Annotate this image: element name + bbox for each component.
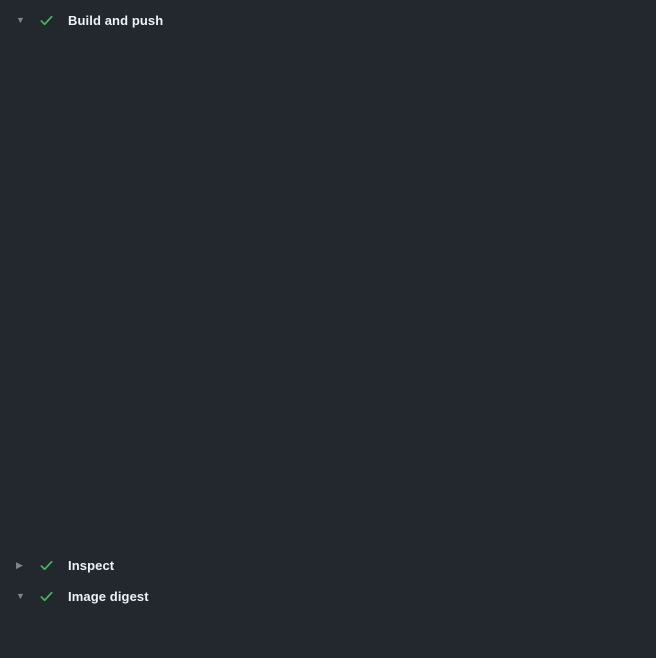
log-line: 22#1 [internal] load .dockerignore (0, 205, 656, 223)
log-line: 36#4 unpacking docker.io/library/alpine@… (0, 457, 656, 475)
log-line: 19#2 transferring dockerfile: 74B 0.0s d… (0, 151, 656, 169)
log-line: 39#5 [2/2] RUN echo "Hello world!" (0, 511, 656, 529)
log-section-inspect: ▶ Inspect (0, 551, 656, 579)
log-section-build-and-push: ▼ Build and push 1▶Run ./ 14 Using build… (0, 6, 656, 547)
log-line: 24#1 DONE 0.0s (0, 241, 656, 259)
log-line: 37#4 DONE 0.4s (0, 475, 656, 493)
section-header[interactable]: ▼ Image digest (0, 582, 656, 610)
log-line: 38 (0, 493, 656, 511)
log-line: 17/usr/bin/docker buildx build --tag loc… (0, 115, 656, 133)
log-section-image-digest: ▼ Image digest 1▶Run echo sha256:e7ff883… (0, 582, 656, 654)
success-check-icon (39, 589, 54, 604)
log-line: 23#1 transferring context: 2B 0.0s done (0, 223, 656, 241)
log-line: 34#4 sha256:185518070891758909c9f839cf4c… (0, 421, 656, 439)
log-line: 40#5 0.060 Hello world! (0, 529, 656, 547)
log-line: 33#4 sha256:a24bb4013296f61e89ba57005a7b… (0, 403, 656, 421)
chevron-down-icon[interactable]: ▼ (16, 591, 30, 601)
log-line: 26#3 [internal] load metadata for docker… (0, 277, 656, 295)
log-line: 31#4 sha256:a15790640a6690aa1730c38cf0a4… (0, 367, 656, 385)
log-line: 32#4 sha256:df20fa9351a15782c64e6dddb2d4… (0, 385, 656, 403)
log-line: 25 (0, 259, 656, 277)
section-title: Build and push (68, 13, 163, 28)
log-line: 16 Starting build... (0, 97, 656, 115)
log-line: 4sha256:e7ff8834a5963a2785c5a0811e979d16… (0, 636, 656, 654)
log-line: 21 (0, 187, 656, 205)
section-log-body: 1▶Run ./ 14 Using builder instance build… (0, 43, 656, 547)
log-line: 20#2 DONE 0.0s (0, 169, 656, 187)
log-line: 28 (0, 313, 656, 331)
log-line: 14 Using builder instance builder-single… (0, 61, 656, 79)
success-check-icon (39, 13, 54, 28)
log-line: 1▶Run echo sha256:e7ff8834a5963a2785c5a0… (0, 618, 656, 636)
actions-log-viewer: ▼ Build and push 1▶Run ./ 14 Using build… (0, 0, 656, 658)
log-line: 29#4 [1/2] FROM docker.io/library/alpine… (0, 331, 656, 349)
log-line: 27#3 DONE 0.4s (0, 295, 656, 313)
success-check-icon (39, 558, 54, 573)
section-header[interactable]: ▶ Inspect (0, 551, 656, 579)
log-line: 18#2 [internal] load build definition fr… (0, 133, 656, 151)
log-line: 15/usr/bin/docker buildx use --builder b… (0, 79, 656, 97)
log-line: 35#4 unpacking docker.io/library/alpine@… (0, 439, 656, 457)
section-title: Image digest (68, 589, 149, 604)
log-line: 30#4 resolve docker.io/library/alpine@sh… (0, 349, 656, 367)
chevron-right-icon[interactable]: ▶ (16, 560, 30, 571)
chevron-down-icon[interactable]: ▼ (16, 15, 30, 25)
section-header[interactable]: ▼ Build and push (0, 6, 656, 34)
log-line: 1▶Run ./ (0, 43, 656, 61)
section-log-body: 1▶Run echo sha256:e7ff8834a5963a2785c5a0… (0, 618, 656, 654)
section-title: Inspect (68, 558, 114, 573)
